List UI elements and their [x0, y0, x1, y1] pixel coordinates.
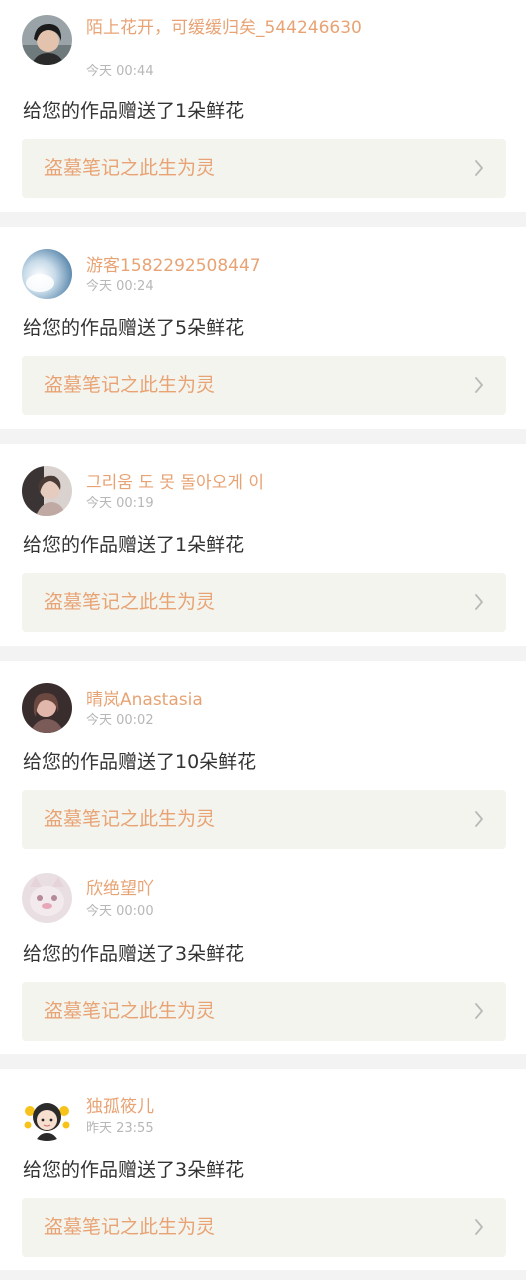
chevron-right-icon — [475, 1219, 483, 1235]
chevron-right-icon — [475, 1003, 483, 1019]
timestamp: 今天 00:02 — [86, 713, 154, 728]
work-title: 盗墓笔记之此生为灵 — [44, 591, 216, 613]
work-title: 盗墓笔记之此生为灵 — [44, 157, 216, 179]
notification-card: 游客1582292508447 今天 00:24 给您的作品赠送了5朵鲜花 盗墓… — [0, 227, 526, 429]
work-title: 盗墓笔记之此生为灵 — [44, 374, 216, 396]
username[interactable]: 欣绝望吖 — [86, 879, 386, 900]
card-divider — [0, 646, 526, 661]
username[interactable]: 游客1582292508447 — [86, 256, 386, 277]
work-title: 盗墓笔记之此生为灵 — [44, 808, 216, 830]
gift-message: 给您的作品赠送了10朵鲜花 — [23, 751, 257, 773]
chevron-right-icon — [475, 811, 483, 827]
work-link[interactable]: 盗墓笔记之此生为灵 — [22, 1198, 506, 1257]
card-divider — [0, 429, 526, 444]
avatar-icon[interactable] — [22, 683, 72, 733]
card-divider — [0, 1270, 526, 1280]
notification-card: 欣绝望吖 今天 00:00 给您的作品赠送了3朵鲜花 盗墓笔记之此生为灵 — [0, 861, 526, 1054]
avatar-icon[interactable] — [22, 15, 72, 65]
work-link[interactable]: 盗墓笔记之此生为灵 — [22, 356, 506, 415]
avatar-icon[interactable] — [22, 1091, 72, 1141]
username[interactable]: 그리움 도 못 돌아오게 이 — [86, 473, 386, 494]
notification-card: 晴岚Anastasia 今天 00:02 给您的作品赠送了10朵鲜花 盗墓笔记之… — [0, 661, 526, 861]
chevron-right-icon — [475, 377, 483, 393]
avatar-icon[interactable] — [22, 873, 72, 923]
timestamp: 今天 00:44 — [86, 64, 154, 79]
notification-card: 그리움 도 못 돌아오게 이 今天 00:19 给您的作品赠送了1朵鲜花 盗墓笔… — [0, 444, 526, 646]
notification-card: 独孤筱儿 昨天 23:55 给您的作品赠送了3朵鲜花 盗墓笔记之此生为灵 — [0, 1069, 526, 1270]
gift-message: 给您的作品赠送了3朵鲜花 — [23, 943, 245, 965]
work-link[interactable]: 盗墓笔记之此生为灵 — [22, 790, 506, 849]
username[interactable]: 晴岚Anastasia — [86, 690, 386, 711]
work-title: 盗墓笔记之此生为灵 — [44, 1000, 216, 1022]
username[interactable]: 独孤筱儿 — [86, 1097, 386, 1118]
chevron-right-icon — [475, 160, 483, 176]
gift-message: 给您的作品赠送了5朵鲜花 — [23, 317, 245, 339]
avatar-icon[interactable] — [22, 249, 72, 299]
work-link[interactable]: 盗墓笔记之此生为灵 — [22, 573, 506, 632]
work-title: 盗墓笔记之此生为灵 — [44, 1216, 216, 1238]
work-link[interactable]: 盗墓笔记之此生为灵 — [22, 139, 506, 198]
work-link[interactable]: 盗墓笔记之此生为灵 — [22, 982, 506, 1041]
timestamp: 今天 00:19 — [86, 496, 154, 511]
card-divider — [0, 1054, 526, 1069]
timestamp: 今天 00:24 — [86, 279, 154, 294]
avatar-icon[interactable] — [22, 466, 72, 516]
gift-message: 给您的作品赠送了1朵鲜花 — [23, 100, 245, 122]
timestamp: 今天 00:00 — [86, 904, 154, 919]
username[interactable]: 陌上花开，可缓缓归矣_544246630 — [86, 18, 386, 39]
chevron-right-icon — [475, 594, 483, 610]
card-divider — [0, 212, 526, 227]
timestamp: 昨天 23:55 — [86, 1121, 154, 1136]
gift-message: 给您的作品赠送了3朵鲜花 — [23, 1159, 245, 1181]
notification-card: 陌上花开，可缓缓归矣_544246630 今天 00:44 给您的作品赠送了1朵… — [0, 0, 526, 212]
notification-feed: 陌上花开，可缓缓归矣_544246630 今天 00:44 给您的作品赠送了1朵… — [0, 0, 526, 1280]
gift-message: 给您的作品赠送了1朵鲜花 — [23, 534, 245, 556]
